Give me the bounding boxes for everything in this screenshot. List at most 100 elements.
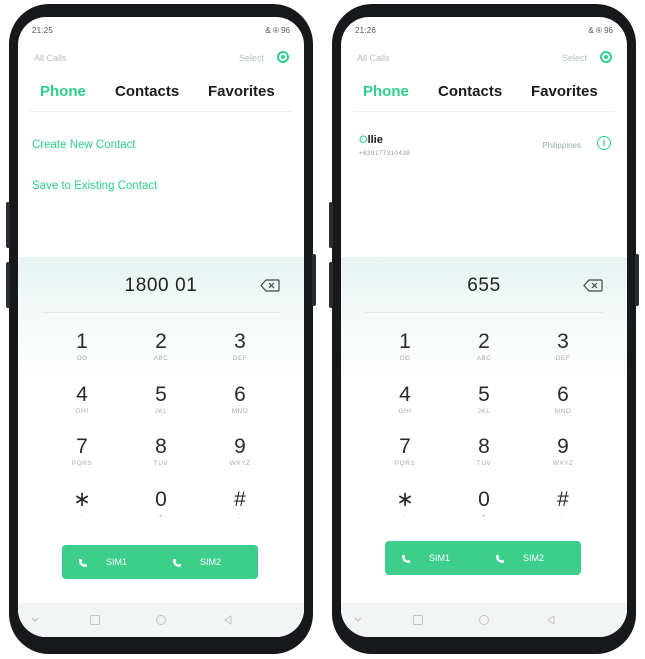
call-sim1-button[interactable]: SIM1: [401, 541, 450, 575]
key-1[interactable]: 1 OO: [42, 330, 122, 363]
key-letters: ·: [80, 513, 84, 520]
tab-phone[interactable]: Phone: [40, 83, 86, 100]
key-star[interactable]: ∗ ·: [42, 488, 122, 521]
key-3[interactable]: 3 DEF: [523, 330, 603, 363]
key-letters: +: [158, 513, 164, 520]
key-9[interactable]: 9 WXYZ: [523, 435, 603, 468]
tab-favorites[interactable]: Favorites: [531, 83, 598, 100]
key-digit: 8: [478, 435, 490, 458]
key-star[interactable]: ∗ ·: [365, 488, 445, 521]
tab-contacts[interactable]: Contacts: [438, 83, 502, 100]
select-button[interactable]: Select: [239, 53, 264, 63]
key-letters: TUV: [153, 460, 169, 467]
key-digit: 7: [76, 435, 88, 458]
key-0[interactable]: 0 +: [121, 488, 201, 521]
select-button[interactable]: Select: [562, 53, 587, 63]
display-divider: [365, 312, 603, 313]
tab-favorites[interactable]: Favorites: [208, 83, 275, 100]
calls-filter-dropdown[interactable]: All Calls: [34, 53, 67, 63]
key-letters: ·: [403, 513, 407, 520]
key-2[interactable]: 2 ABC: [444, 330, 524, 363]
sim2-label: SIM2: [200, 557, 222, 567]
phone-right: 21:26 & ® 96 All Calls Select Phone Cont…: [329, 4, 639, 654]
status-icons: & ® 96: [588, 26, 613, 35]
sim1-label: SIM1: [429, 553, 451, 563]
key-digit: 8: [155, 435, 167, 458]
create-new-contact-link[interactable]: Create New Contact: [32, 139, 136, 151]
key-digit: #: [557, 488, 569, 511]
key-6[interactable]: 6 MNO: [200, 383, 280, 416]
key-7[interactable]: 7 PQRS: [42, 435, 122, 468]
calls-filter-dropdown[interactable]: All Calls: [357, 53, 390, 63]
contact-name: Ollie: [359, 134, 383, 146]
settings-icon[interactable]: [600, 51, 612, 63]
key-letters: GHI: [398, 408, 412, 415]
key-7[interactable]: 7 PQRS: [365, 435, 445, 468]
key-1[interactable]: 1 OO: [365, 330, 445, 363]
chevron-down-icon[interactable]: [30, 614, 40, 624]
key-8[interactable]: 8 TUV: [121, 435, 201, 468]
call-sim1-button[interactable]: SIM1: [78, 545, 127, 579]
home-icon[interactable]: [155, 614, 167, 626]
phone-call-icon: [496, 554, 504, 563]
key-2[interactable]: 2 ABC: [121, 330, 201, 363]
phone-call-icon: [173, 558, 181, 567]
phone-left: 21:25 & ® 96 All Calls Select Phone Cont…: [6, 4, 316, 654]
screen: 21:26 & ® 96 All Calls Select Phone Cont…: [341, 17, 627, 637]
key-4[interactable]: 4 GHI: [42, 383, 122, 416]
key-4[interactable]: 4 GHI: [365, 383, 445, 416]
key-8[interactable]: 8 TUV: [444, 435, 524, 468]
backspace-icon[interactable]: [260, 279, 280, 292]
key-letters: OO: [399, 355, 411, 362]
tab-phone[interactable]: Phone: [363, 83, 409, 100]
key-letters: ;: [561, 513, 565, 520]
recents-icon[interactable]: [89, 614, 101, 626]
key-5[interactable]: 5 JKL: [444, 383, 524, 416]
key-0[interactable]: 0 +: [444, 488, 524, 521]
save-to-existing-contact-link[interactable]: Save to Existing Contact: [32, 180, 157, 192]
key-6[interactable]: 6 MNO: [523, 383, 603, 416]
call-sim2-button[interactable]: SIM2: [495, 541, 544, 575]
contact-name-match: O: [359, 134, 368, 146]
contact-name-rest: llie: [367, 134, 383, 146]
volume-down-button: [6, 262, 10, 308]
call-filter-bar: All Calls Select: [18, 51, 304, 67]
key-3[interactable]: 3 DEF: [200, 330, 280, 363]
chevron-down-icon[interactable]: [353, 614, 363, 624]
key-digit: 7: [399, 435, 411, 458]
key-digit: 0: [155, 488, 167, 511]
screen: 21:25 & ® 96 All Calls Select Phone Cont…: [18, 17, 304, 637]
key-hash[interactable]: #;: [523, 488, 603, 521]
back-icon[interactable]: [545, 614, 557, 626]
tab-contacts[interactable]: Contacts: [115, 83, 179, 100]
key-letters: DEF: [555, 355, 571, 362]
key-letters: PQRS: [71, 460, 93, 467]
key-digit: 6: [234, 383, 246, 406]
key-digit: 9: [234, 435, 246, 458]
phone-call-icon: [79, 558, 87, 567]
tabs-divider: [30, 111, 292, 112]
key-9[interactable]: 9 WXYZ: [200, 435, 280, 468]
key-hash[interactable]: #;: [200, 488, 280, 521]
home-icon[interactable]: [478, 614, 490, 626]
status-time: 21:26: [355, 26, 377, 35]
key-digit: 0: [478, 488, 490, 511]
dialpad: 655 1 OO 2 ABC 3 DEF 4 GHI 5 JKL 6 MNO 7 PQRS 8…: [341, 257, 627, 637]
navigation-bar: [341, 603, 627, 637]
info-icon[interactable]: i: [597, 136, 611, 150]
key-letters: OO: [76, 355, 88, 362]
recents-icon[interactable]: [412, 614, 424, 626]
tabs-divider: [353, 111, 615, 112]
key-digit: 3: [557, 330, 569, 353]
backspace-icon[interactable]: [583, 279, 603, 292]
key-digit: 4: [76, 383, 88, 406]
settings-icon[interactable]: [277, 51, 289, 63]
key-digit: 9: [557, 435, 569, 458]
key-5[interactable]: 5 JKL: [121, 383, 201, 416]
back-icon[interactable]: [222, 614, 234, 626]
key-letters: JKL: [477, 408, 491, 415]
call-sim2-button[interactable]: SIM2: [172, 545, 221, 579]
power-button: [635, 254, 639, 306]
volume-down-button: [329, 262, 333, 308]
key-digit: #: [234, 488, 246, 511]
